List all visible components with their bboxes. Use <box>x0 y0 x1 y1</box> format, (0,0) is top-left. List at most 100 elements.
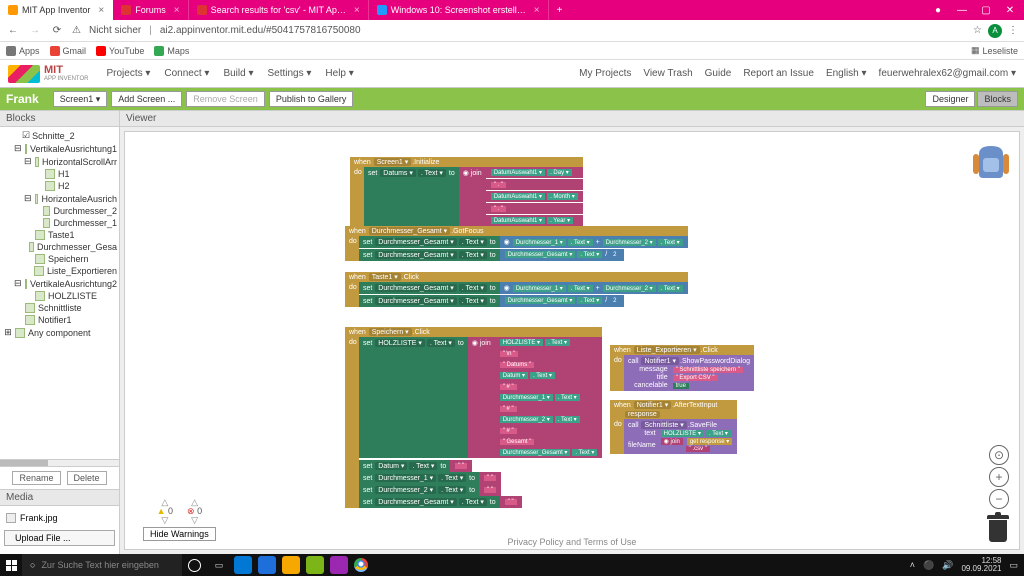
profile-avatar[interactable]: A <box>988 24 1002 38</box>
delete-button[interactable]: Delete <box>67 471 107 485</box>
account-dot-icon[interactable]: ● <box>932 4 944 16</box>
bookmark-youtube[interactable]: YouTube <box>96 46 144 56</box>
close-icon[interactable]: × <box>534 5 540 16</box>
menu-help[interactable]: Help ▾ <box>325 68 353 79</box>
component-tree[interactable]: ☑Schnitte_2⊟VertikaleAusrichtung1⊟Horizo… <box>0 127 119 459</box>
account-email[interactable]: feuerwehralex62@gmail.com ▾ <box>879 68 1016 79</box>
browser-tab[interactable]: Forums × <box>113 0 188 20</box>
menu-connect[interactable]: Connect ▾ <box>164 68 209 79</box>
tree-item[interactable]: ⊟VertikaleAusrichtung2 <box>0 277 119 290</box>
task-view-icon[interactable]: ▭ <box>210 556 228 574</box>
checkbox-icon[interactable]: ☑ <box>22 130 30 141</box>
chevron-down-icon[interactable]: ▽ <box>191 516 198 525</box>
forward-button[interactable]: → <box>28 25 42 36</box>
reading-list-button[interactable]: ▦ Leseliste <box>971 45 1018 56</box>
chrome-icon[interactable] <box>354 558 368 572</box>
app-icon[interactable] <box>306 556 324 574</box>
tray-network-icon[interactable]: ⚫ <box>923 560 934 571</box>
browser-tab[interactable]: Search results for 'csv' - MIT Ap… × <box>189 0 369 20</box>
remove-screen-button[interactable]: Remove Screen <box>186 91 265 107</box>
link-guide[interactable]: Guide <box>705 68 732 79</box>
bookmark-maps[interactable]: Maps <box>154 46 189 56</box>
tree-toggle-icon[interactable]: ⊟ <box>24 156 32 167</box>
tree-item[interactable]: Durchmesser_1 <box>0 217 119 229</box>
tree-item[interactable]: Liste_Exportieren <box>0 265 119 277</box>
chevron-down-icon[interactable]: ▽ <box>161 516 168 525</box>
upload-file-button[interactable]: Upload File ... <box>4 530 115 546</box>
menu-build[interactable]: Build ▾ <box>223 68 253 79</box>
rename-button[interactable]: Rename <box>12 471 60 485</box>
zoom-out-button[interactable]: − <box>989 489 1009 509</box>
app-icon[interactable] <box>330 556 348 574</box>
maximize-button[interactable]: ▢ <box>980 4 992 16</box>
screen-select[interactable]: Screen1 ▾ <box>53 91 108 107</box>
cortana-icon[interactable] <box>188 559 201 572</box>
bookmark-gmail[interactable]: Gmail <box>50 46 87 56</box>
tree-item[interactable]: Speichern <box>0 253 119 265</box>
tree-item[interactable]: ⊟HorizontalScrollArr <box>0 155 119 168</box>
url-field[interactable]: ai2.appinventor.mit.edu/#504175781675008… <box>160 25 965 36</box>
tree-item[interactable]: H2 <box>0 180 119 192</box>
start-button[interactable] <box>0 554 22 576</box>
new-tab-button[interactable]: + <box>549 0 571 20</box>
close-icon[interactable]: × <box>98 5 104 16</box>
apps-button[interactable]: Apps <box>6 46 40 56</box>
blocks-canvas[interactable]: when Screen1 ▾.Initialize do set Datums … <box>124 131 1020 550</box>
tree-item[interactable]: H1 <box>0 168 119 180</box>
kebab-menu-icon[interactable]: ⋮ <box>1008 25 1018 36</box>
tree-item[interactable]: Taste1 <box>0 229 119 241</box>
tree-item[interactable]: Durchmesser_2 <box>0 205 119 217</box>
notifications-icon[interactable]: ▭ <box>1009 560 1018 571</box>
footer-privacy-link[interactable]: Privacy Policy and Terms of Use <box>125 535 1019 549</box>
tree-toggle-icon[interactable]: ⊟ <box>24 193 32 204</box>
link-report-issue[interactable]: Report an Issue <box>743 68 814 79</box>
taskbar-search[interactable]: ○Zur Suche Text hier eingeben <box>22 554 182 576</box>
tray-volume-icon[interactable]: 🔊 <box>942 560 953 571</box>
backpack-icon[interactable] <box>971 140 1011 180</box>
publish-button[interactable]: Publish to Gallery <box>269 91 354 107</box>
block-speichern-click[interactable]: when Speichern ▾.Click do set HOLZLISTE … <box>345 327 602 508</box>
close-icon[interactable]: × <box>354 5 360 16</box>
lang-select[interactable]: English ▾ <box>826 68 867 79</box>
tree-scrollbar[interactable] <box>0 459 119 467</box>
tree-item[interactable]: Notifier1 <box>0 314 119 326</box>
app-icon[interactable] <box>282 556 300 574</box>
close-window-button[interactable]: ✕ <box>1004 4 1016 16</box>
tree-toggle-icon[interactable]: ⊞ <box>4 327 12 338</box>
browser-tab[interactable]: MIT App Inventor × <box>0 0 113 20</box>
block-screen1-initialize[interactable]: when Screen1 ▾.Initialize do set Datums … <box>350 157 583 226</box>
zoom-in-button[interactable]: + <box>989 467 1009 487</box>
tray-chevron-icon[interactable]: ˄ <box>910 560 915 570</box>
blocks-tab[interactable]: Blocks <box>977 91 1018 107</box>
tree-item[interactable]: Schnittliste <box>0 302 119 314</box>
menu-settings[interactable]: Settings ▾ <box>267 68 311 79</box>
tree-toggle-icon[interactable]: ⊟ <box>14 143 22 154</box>
block-taste1-click[interactable]: when Taste1 ▾.Click do set Durchmesser_G… <box>345 272 688 307</box>
bookmark-icon[interactable]: ☆ <box>973 25 982 36</box>
file-explorer-icon[interactable] <box>234 556 252 574</box>
link-my-projects[interactable]: My Projects <box>579 68 631 79</box>
link-view-trash[interactable]: View Trash <box>643 68 692 79</box>
media-file[interactable]: Frank.jpg <box>4 510 115 526</box>
block-notifier-aftertextinput[interactable]: when Notifier1 ▾.AfterTextInput response… <box>610 400 737 454</box>
tree-item[interactable]: Durchmesser_Gesa <box>0 241 119 253</box>
tree-item[interactable]: HOLZLISTE <box>0 290 119 302</box>
tree-toggle-icon[interactable]: ⊟ <box>14 278 22 289</box>
back-button[interactable]: ← <box>6 25 20 36</box>
designer-tab[interactable]: Designer <box>925 91 975 107</box>
block-durchmesser-gotfocus[interactable]: when Durchmesser_Gesamt ▾.GotFocus do se… <box>345 226 688 261</box>
reload-button[interactable]: ⟳ <box>50 25 64 36</box>
menu-projects[interactable]: Projects ▾ <box>106 68 150 79</box>
add-screen-button[interactable]: Add Screen ... <box>111 91 182 107</box>
minimize-button[interactable]: — <box>956 4 968 16</box>
tree-item[interactable]: ⊞Any component <box>0 326 119 339</box>
tree-item[interactable]: ⊟HorizontaleAusrich <box>0 192 119 205</box>
edge-icon[interactable] <box>258 556 276 574</box>
close-icon[interactable]: × <box>174 5 180 16</box>
browser-tab[interactable]: Windows 10: Screenshot erstell… × <box>369 0 549 20</box>
zoom-target-button[interactable]: ⊙ <box>989 445 1009 465</box>
block-liste-exportieren-click[interactable]: when Liste_Exportieren ▾.Click do call N… <box>610 345 754 391</box>
tree-item[interactable]: ⊟VertikaleAusrichtung1 <box>0 142 119 155</box>
tree-item[interactable]: ☑Schnitte_2 <box>0 129 119 142</box>
taskbar-clock[interactable]: 12:5809.09.2021 <box>961 557 1001 573</box>
